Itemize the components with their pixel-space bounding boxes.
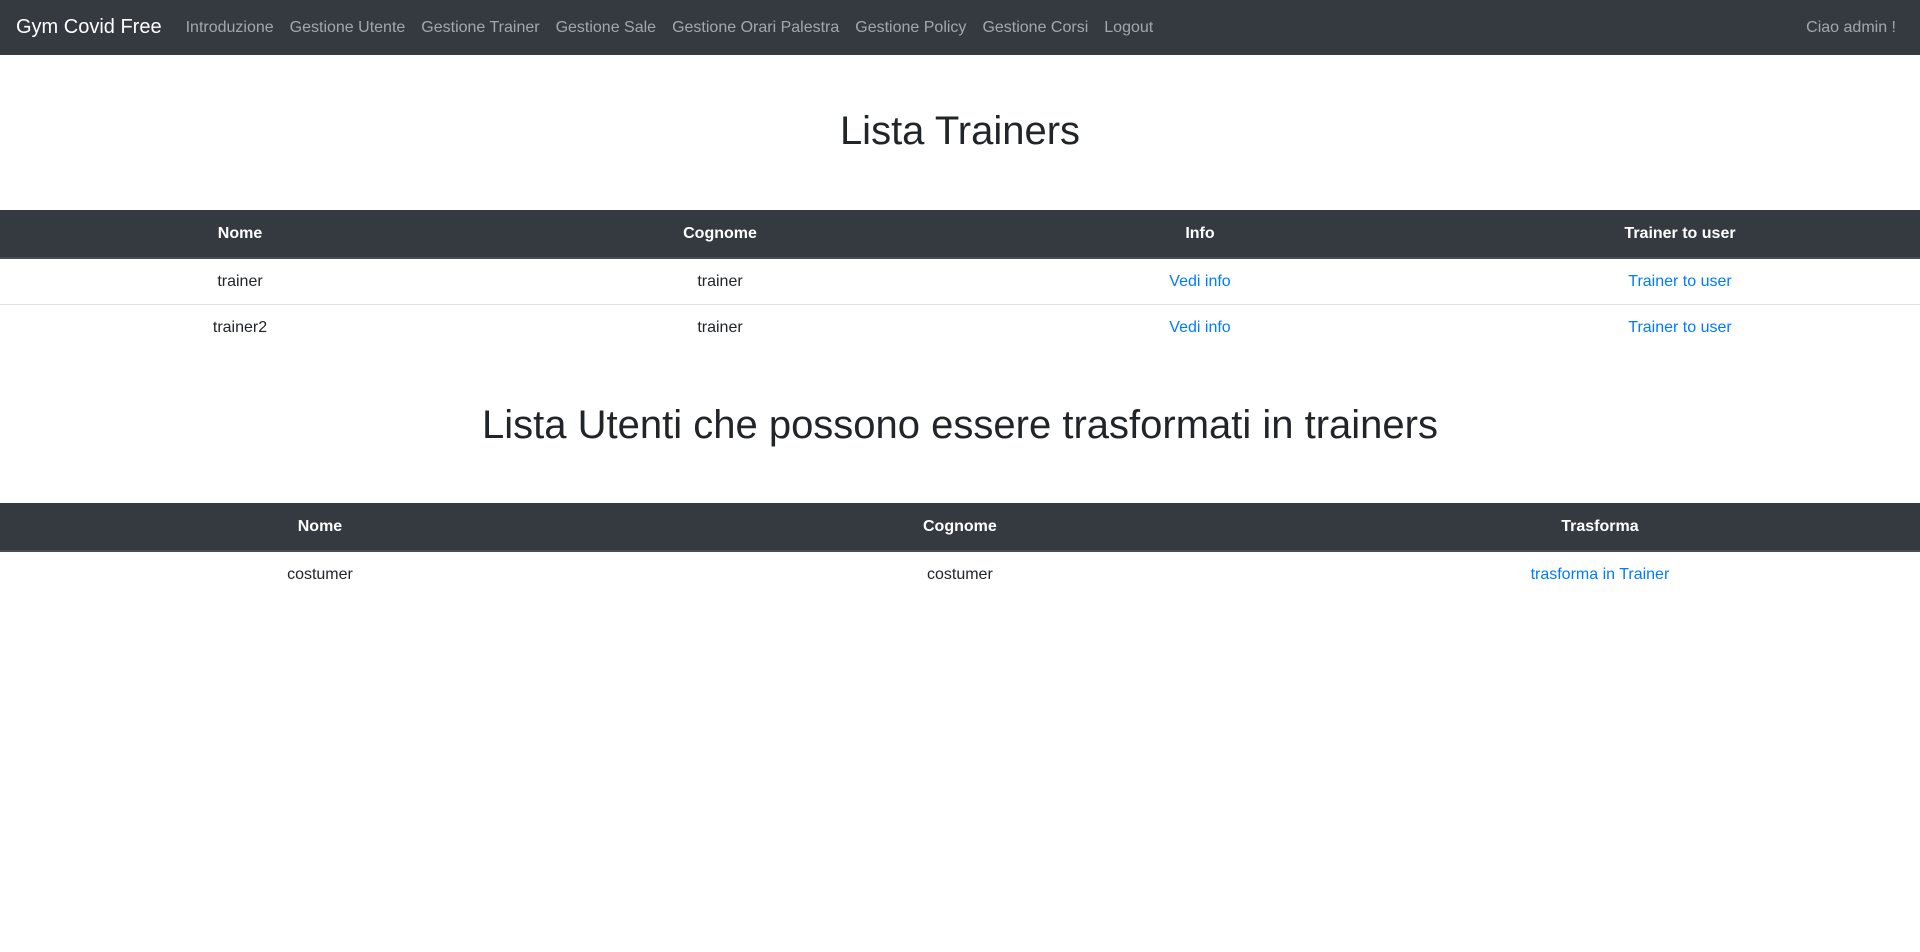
table-row: costumer costumer trasforma in Trainer [0,551,1920,597]
header-nome: Nome [0,210,480,259]
nav-item-gestione-trainer[interactable]: Gestione Trainer [421,19,539,37]
cell-action: trasforma in Trainer [1280,551,1920,597]
top-navbar: Gym Covid Free Introduzione Gestione Ute… [0,0,1920,55]
nav-menu: Introduzione Gestione Utente Gestione Tr… [186,19,1170,37]
nav-item-logout[interactable]: Logout [1104,19,1153,37]
vedi-info-link[interactable]: Vedi info [1169,273,1230,290]
cell-info: Vedi info [960,304,1440,350]
cell-info: Vedi info [960,258,1440,305]
header-info: Info [960,210,1440,259]
header-cognome: Cognome [480,210,960,259]
nav-item-gestione-utente[interactable]: Gestione Utente [290,19,406,37]
users-section: Lista Utenti che possono essere trasform… [0,350,1920,597]
users-table: Nome Cognome Trasforma costumer costumer… [0,503,1920,597]
nav-item-introduzione[interactable]: Introduzione [186,19,274,37]
nav-item-gestione-policy[interactable]: Gestione Policy [855,19,966,37]
header-trasforma: Trasforma [1279,503,1920,552]
vedi-info-link[interactable]: Vedi info [1169,319,1230,336]
trainers-section: Lista Trainers Nome Cognome Info Trainer… [0,55,1920,350]
users-title: Lista Utenti che possono essere trasform… [482,403,1438,447]
trainer-to-user-link[interactable]: Trainer to user [1628,319,1731,336]
cell-cognome: trainer [480,304,960,350]
cell-nome: costumer [287,565,353,583]
nav-item-gestione-corsi[interactable]: Gestione Corsi [982,19,1088,37]
cell-nome: trainer2 [0,304,480,350]
header-nome: Nome [0,503,640,552]
trainers-table-header: Nome Cognome Info Trainer to user [0,210,1920,259]
users-table-header: Nome Cognome Trasforma [0,503,1920,552]
trainer-to-user-link[interactable]: Trainer to user [1628,273,1731,290]
cell-cognome: trainer [697,272,743,290]
cell-action: Trainer to user [1440,304,1920,350]
cell-action: Trainer to user [1440,258,1920,305]
trasforma-in-trainer-link[interactable]: trasforma in Trainer [1531,566,1670,583]
user-greeting: Ciao admin ! [1806,18,1896,36]
header-trainer-to-user: Trainer to user [1440,210,1920,259]
trainers-title: Lista Trainers [839,109,1081,153]
nav-item-gestione-sale[interactable]: Gestione Sale [556,19,657,37]
nav-item-gestione-orari-palestra[interactable]: Gestione Orari Palestra [672,19,839,37]
header-cognome: Cognome [639,503,1280,552]
table-row: trainer2 trainer Vedi info Trainer to us… [0,304,1920,350]
table-row: trainer trainer Vedi info Trainer to use… [0,258,1920,305]
navbar-brand[interactable]: Gym Covid Free [16,16,162,39]
cell-cognome: costumer [926,565,993,583]
trainers-table: Nome Cognome Info Trainer to user traine… [0,210,1920,350]
cell-nome: trainer [217,272,263,290]
